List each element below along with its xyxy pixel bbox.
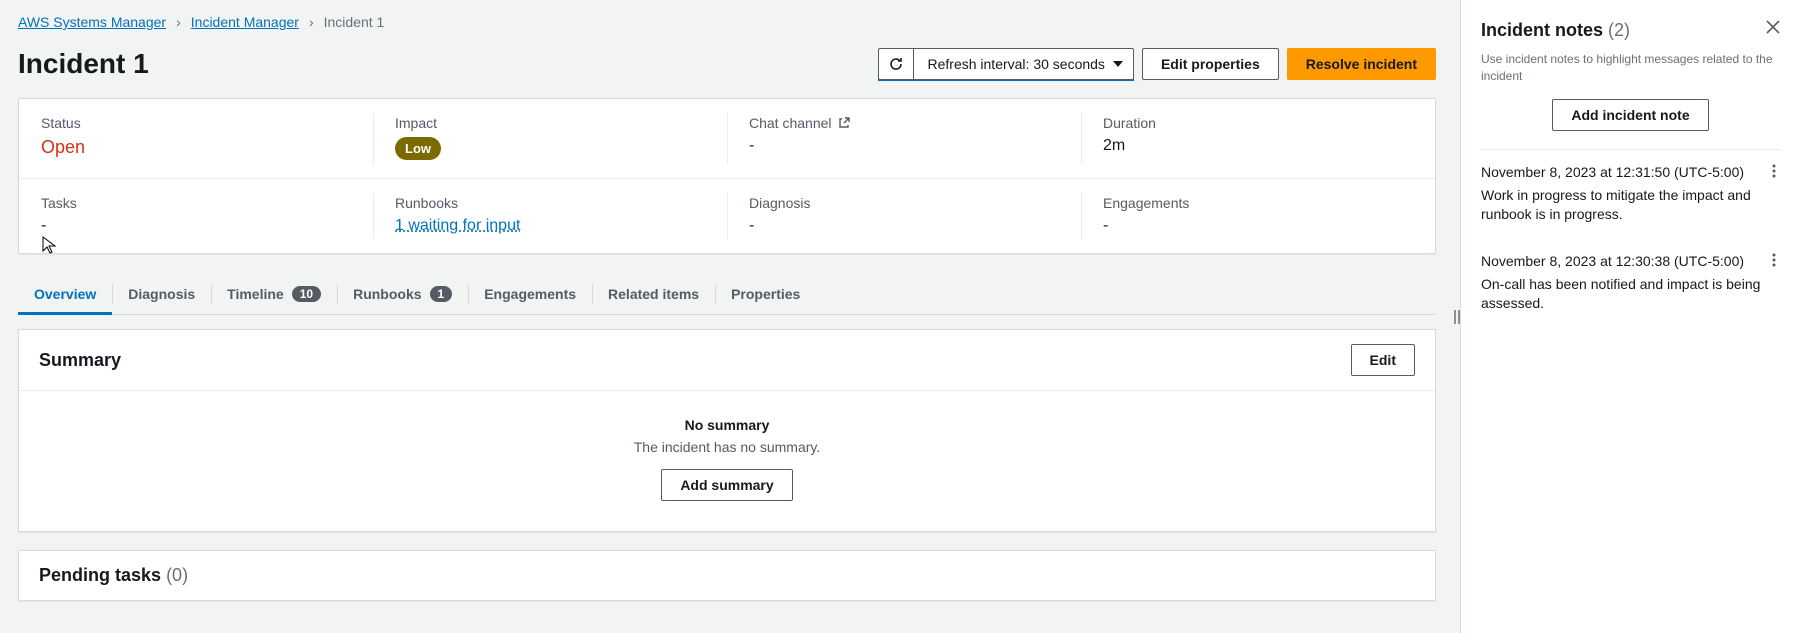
tab-diagnosis[interactable]: Diagnosis <box>112 274 211 314</box>
chat-channel-value: - <box>749 137 1059 155</box>
note-item: November 8, 2023 at 12:30:38 (UTC-5:00) … <box>1481 253 1780 324</box>
tab-overview[interactable]: Overview <box>18 274 112 314</box>
breadcrumb: AWS Systems Manager › Incident Manager ›… <box>18 14 1436 30</box>
close-icon <box>1766 20 1780 34</box>
note-menu-button[interactable] <box>1768 164 1780 178</box>
tasks-value: - <box>41 217 351 235</box>
refresh-interval-dropdown[interactable]: Refresh interval: 30 seconds <box>914 48 1134 80</box>
tab-properties[interactable]: Properties <box>715 274 816 314</box>
kebab-icon <box>1772 253 1776 267</box>
refresh-icon <box>888 56 904 72</box>
chat-channel-label: Chat channel <box>749 115 1059 131</box>
breadcrumb-parent[interactable]: Incident Manager <box>191 14 299 30</box>
diagnosis-value: - <box>749 217 1059 235</box>
no-summary-desc: The incident has no summary. <box>39 439 1415 455</box>
diagnosis-label: Diagnosis <box>749 195 1059 211</box>
runbooks-waiting-link[interactable]: 1 waiting for input <box>395 217 520 234</box>
tasks-label: Tasks <box>41 195 351 211</box>
breadcrumb-root[interactable]: AWS Systems Manager <box>18 14 166 30</box>
notes-description: Use incident notes to highlight messages… <box>1481 51 1780 85</box>
status-value: Open <box>41 137 351 158</box>
pending-tasks-count: (0) <box>166 565 188 585</box>
tab-engagements[interactable]: Engagements <box>468 274 592 314</box>
edit-summary-button[interactable]: Edit <box>1351 344 1415 376</box>
edit-properties-button[interactable]: Edit properties <box>1142 48 1279 80</box>
status-label: Status <box>41 115 351 131</box>
tab-runbooks[interactable]: Runbooks1 <box>337 274 468 314</box>
note-timestamp: November 8, 2023 at 12:31:50 (UTC-5:00) <box>1481 164 1744 180</box>
tab-timeline[interactable]: Timeline10 <box>211 274 337 314</box>
note-item: November 8, 2023 at 12:31:50 (UTC-5:00) … <box>1481 164 1780 235</box>
metrics-panel: Status Open Impact Low Chat channel - Du… <box>18 98 1436 254</box>
duration-value: 2m <box>1103 137 1413 155</box>
add-summary-button[interactable]: Add summary <box>661 469 792 501</box>
tabs: Overview Diagnosis Timeline10 Runbooks1 … <box>18 274 1436 315</box>
add-incident-note-button[interactable]: Add incident note <box>1552 99 1708 131</box>
header-actions: Refresh interval: 30 seconds Edit proper… <box>878 48 1437 80</box>
caret-down-icon <box>1113 61 1123 67</box>
kebab-icon <box>1772 164 1776 178</box>
breadcrumb-current: Incident 1 <box>324 14 385 30</box>
chevron-right-icon: › <box>309 14 314 30</box>
tab-runbooks-count: 1 <box>430 286 453 302</box>
external-link-icon <box>838 117 850 129</box>
note-body: Work in progress to mitigate the impact … <box>1481 186 1780 225</box>
runbooks-label: Runbooks <box>395 195 705 211</box>
note-body: On-call has been notified and impact is … <box>1481 275 1780 314</box>
notes-count: (2) <box>1608 20 1630 40</box>
incident-notes-panel: Incident notes (2) Use incident notes to… <box>1460 0 1800 633</box>
resize-handle[interactable] <box>1451 305 1463 329</box>
chevron-right-icon: › <box>176 14 181 30</box>
tab-related-items[interactable]: Related items <box>592 274 715 314</box>
notes-title: Incident notes <box>1481 20 1603 40</box>
resolve-incident-button[interactable]: Resolve incident <box>1287 48 1436 80</box>
summary-panel: Summary Edit No summary The incident has… <box>18 329 1436 532</box>
engagements-label: Engagements <box>1103 195 1413 211</box>
engagements-value: - <box>1103 217 1413 235</box>
refresh-interval-label: Refresh interval: 30 seconds <box>928 56 1105 72</box>
impact-label: Impact <box>395 115 705 131</box>
note-menu-button[interactable] <box>1768 253 1780 267</box>
impact-badge: Low <box>395 137 441 160</box>
duration-label: Duration <box>1103 115 1413 131</box>
tab-timeline-count: 10 <box>292 286 321 302</box>
page-title: Incident 1 <box>18 48 149 80</box>
close-notes-button[interactable] <box>1766 20 1780 34</box>
no-summary-title: No summary <box>39 417 1415 433</box>
refresh-button[interactable] <box>878 48 914 80</box>
pending-tasks-title: Pending tasks <box>39 565 161 585</box>
summary-heading: Summary <box>39 350 121 371</box>
pending-tasks-panel: Pending tasks (0) <box>18 550 1436 601</box>
note-timestamp: November 8, 2023 at 12:30:38 (UTC-5:00) <box>1481 253 1744 269</box>
